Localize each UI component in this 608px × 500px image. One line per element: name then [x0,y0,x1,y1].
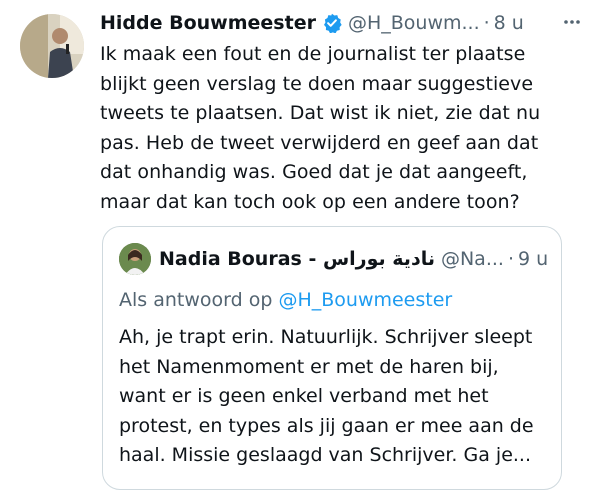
tweet-timestamp[interactable]: 8 u [494,12,524,34]
more-options-icon[interactable] [560,10,584,34]
author-name[interactable]: Hidde Bouwmeester [100,12,316,34]
reply-mention-link[interactable]: @H_Bouwmeester [278,289,452,311]
reply-prefix: Als antwoord op [119,289,273,311]
author-avatar[interactable] [20,14,84,78]
quoted-separator-dot: · [507,248,514,270]
author-handle[interactable]: @H_Bouwm... [348,12,480,34]
quoted-author-handle: @Na... [440,248,504,270]
quoted-tweet-text: Ah, je trapt erin. Natuurlijk. Schrijver… [119,326,534,466]
quoted-tweet[interactable]: Nadia Bouras - نادية بوراس @Na... · 9 u … [102,226,562,490]
reply-context: Als antwoord op @H_Bouwmeester [119,289,452,311]
tweet-header: Hidde Bouwmeester @H_Bouwm... · 8 u [100,10,596,36]
quoted-author-avatar [119,243,151,275]
tweet[interactable]: Hidde Bouwmeester @H_Bouwm... · 8 u Ik m… [0,0,608,500]
quoted-tweet-timestamp: 9 u [518,248,549,270]
tweet-text: Ik maak een fout en de journalist ter pl… [100,43,541,213]
quoted-tweet-header: Nadia Bouras - نادية بوراس @Na... · 9 u [119,243,548,275]
separator-dot: · [483,12,490,34]
verified-badge-icon [322,13,342,34]
quoted-author-name: Nadia Bouras - نادية بوراس [159,248,435,270]
